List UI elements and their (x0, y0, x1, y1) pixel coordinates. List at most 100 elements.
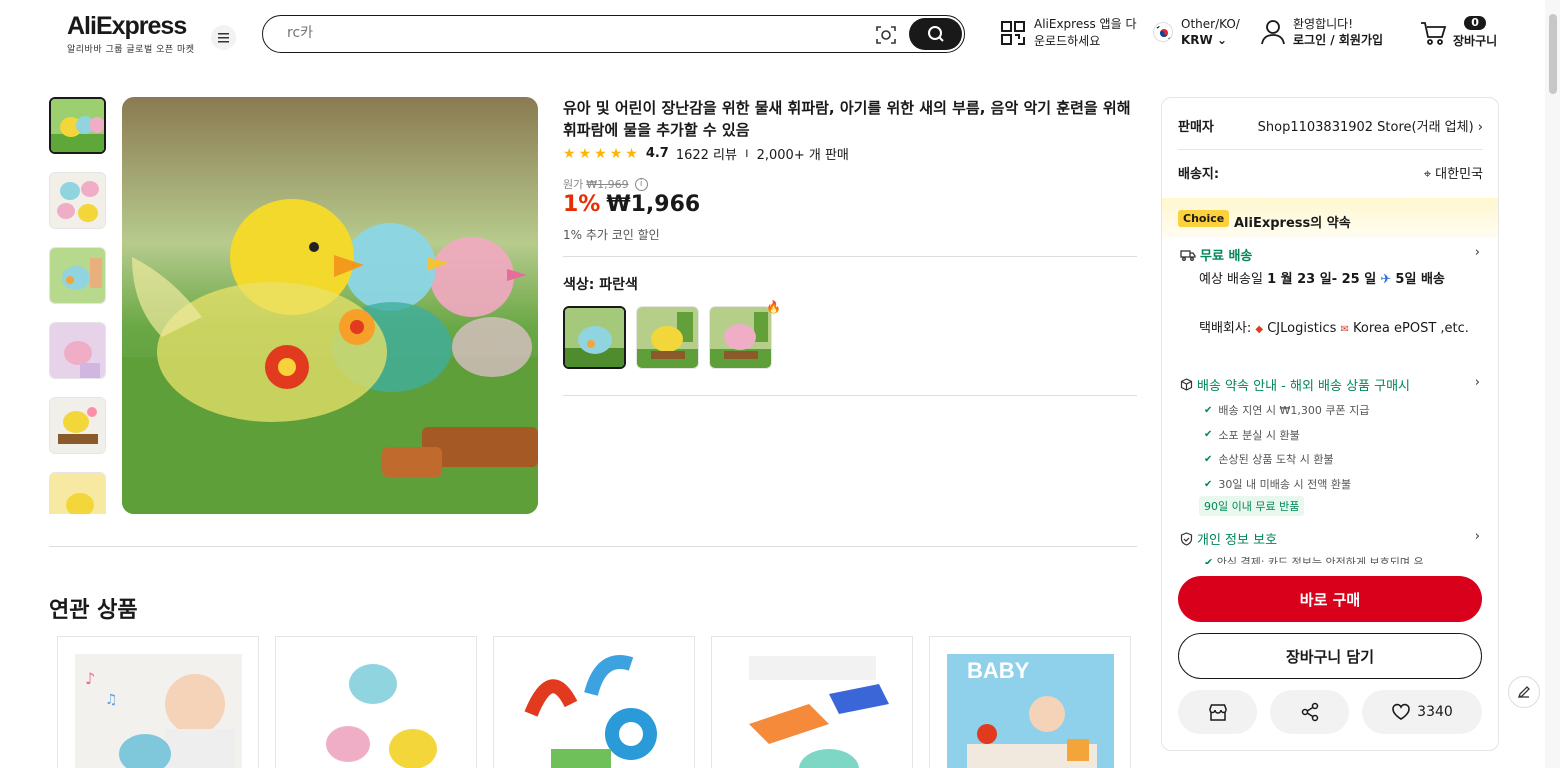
privacy-row[interactable]: 개인 정보 보호 (1180, 529, 1277, 548)
thumbnail-5[interactable] (49, 397, 106, 454)
qr-code-icon (1001, 21, 1025, 45)
add-to-cart-button[interactable]: 장바구니 담기 (1178, 633, 1482, 679)
product-page: AliExpress 알리바바 그룹 글로벌 오픈 마켓 AliExpress … (0, 0, 1560, 768)
original-price-row: 원가 ₩1,969 i (563, 176, 648, 192)
related-products-title: 연관 상품 (49, 598, 138, 623)
account-menu[interactable]: 환영합니다! 로그인 / 회원가입 (1261, 16, 1383, 48)
greeting-text: 환영합니다! (1293, 17, 1354, 31)
delivery-promise-row[interactable]: 배송 약속 안내 - 해외 배송 상품 구매시 (1180, 375, 1410, 394)
feedback-button[interactable] (1508, 676, 1540, 708)
divider (563, 256, 1137, 257)
color-swatch-pink[interactable] (709, 306, 772, 369)
checklist-item: ✔ 배송 지연 시 ₩1,300 쿠폰 지급 (1204, 404, 1370, 418)
choice-promise-title: AliExpress의 약속 (1234, 216, 1351, 231)
review-count-link[interactable]: 1622 리뷰 (676, 144, 737, 163)
action-buttons: 3340 (1178, 690, 1482, 734)
image-search-icon[interactable] (875, 24, 897, 46)
product-title: 유아 및 어린이 장난감을 위한 물새 휘파람, 아기를 위한 새의 부름, 음… (563, 99, 1131, 139)
star-icon: ★ (609, 145, 623, 162)
search-input[interactable] (287, 25, 847, 41)
svg-text:BABY: BABY (967, 658, 1030, 683)
color-swatch-blue[interactable] (563, 306, 626, 369)
thumbnail-3[interactable] (49, 247, 106, 304)
menu-button[interactable] (211, 25, 236, 50)
carrier-korea-post: Korea ePOST ,etc. (1353, 321, 1469, 336)
sold-count: 2,000+ 개 판매 (756, 148, 849, 163)
region-text: Other/KO/ (1181, 17, 1240, 31)
free-return-badge: 90일 이내 무료 반품 (1199, 496, 1305, 516)
ship-to-row[interactable]: 배송지: ⌖ 대한민국 (1178, 163, 1483, 182)
color-swatch-yellow[interactable] (636, 306, 699, 369)
hot-flame-icon: 🔥 (766, 300, 781, 314)
product-card[interactable] (275, 636, 477, 768)
cart-count-badge: 0 (1464, 16, 1486, 30)
original-price: ₩1,969 (586, 177, 629, 191)
divider (49, 546, 1137, 547)
product-card[interactable]: BABY (929, 636, 1131, 768)
seller-label: 판매자 (1178, 120, 1214, 135)
app-download-link[interactable]: AliExpress 앱을 다운로드하세요 (1000, 16, 1138, 50)
product-card[interactable] (493, 636, 695, 768)
search-button[interactable] (909, 18, 962, 50)
thumbnail-1[interactable] (49, 97, 106, 154)
cart-link[interactable]: 0 장바구니 (1420, 16, 1497, 49)
location-pin-icon: ⌖ (1423, 167, 1432, 182)
product-card[interactable] (711, 636, 913, 768)
free-shipping-row[interactable]: 무료 배송 (1180, 245, 1252, 264)
star-icon: ★ (578, 145, 592, 162)
product-card-image: BABY (947, 654, 1114, 768)
separator: ı (744, 146, 749, 161)
chevron-right-icon[interactable]: › (1475, 245, 1480, 260)
korea-flag-icon (1153, 22, 1173, 42)
ship-to-label: 배송지: (1178, 167, 1220, 182)
share-button[interactable] (1270, 690, 1349, 734)
scrollbar[interactable] (1545, 0, 1560, 768)
thumbnail-6[interactable] (49, 472, 106, 514)
check-icon: ✔ (1204, 429, 1213, 441)
purchase-panel: 판매자 Shop1103831902 Store(거래 업체) › 배송지: ⌖… (1161, 97, 1499, 751)
product-card[interactable]: ♪ ♫ (57, 636, 259, 768)
main-product-image[interactable] (122, 97, 538, 514)
login-signup-link[interactable]: 로그인 / 회원가입 (1293, 32, 1383, 48)
store-button[interactable] (1178, 690, 1257, 734)
search-icon (927, 26, 944, 42)
svg-text:♫: ♫ (105, 692, 118, 708)
info-icon[interactable]: i (634, 177, 648, 191)
chevron-right-icon: › (1477, 120, 1483, 135)
chevron-right-icon[interactable]: › (1475, 529, 1480, 544)
seller-row[interactable]: 판매자 Shop1103831902 Store(거래 업체) › (1178, 116, 1483, 135)
logo-text: AliExpress (67, 12, 187, 40)
buy-now-button[interactable]: 바로 구매 (1178, 576, 1482, 622)
store-icon (1208, 704, 1227, 721)
carrier-cj: CJLogistics (1267, 321, 1337, 336)
product-card-image (293, 654, 460, 768)
cart-label: 장바구니 (1453, 34, 1498, 48)
checklist-item: ✔ 손상된 상품 도착 시 환불 (1204, 453, 1334, 467)
chevron-right-icon[interactable]: › (1475, 375, 1480, 390)
search-bar (262, 15, 965, 53)
thumbnail-4[interactable] (49, 322, 106, 379)
star-icon: ★ (594, 145, 607, 162)
product-card-image: ♪ ♫ (75, 654, 242, 768)
wishlist-button[interactable]: 3340 (1362, 690, 1482, 734)
chevron-down-icon: ⌄ (1216, 33, 1228, 47)
checklist-item: ✔ 30일 내 미배송 시 전액 환불 (1204, 478, 1352, 492)
thumbnail-2[interactable] (49, 172, 106, 229)
checklist-item: ✔ 소포 분실 시 환불 (1204, 428, 1300, 442)
discount-percent: 1% (563, 192, 601, 217)
privacy-label: 개인 정보 보호 (1197, 533, 1278, 548)
language-currency-selector[interactable]: Other/KO/ KRW ⌄ (1153, 16, 1240, 48)
cj-logo-icon: ◆ (1255, 324, 1264, 335)
eta-days: 5일 배송 (1395, 272, 1445, 287)
promise-checklist: ✔ 배송 지연 시 ₩1,300 쿠폰 지급 ✔ 소포 분실 시 환불 ✔ 손상된 상… (1204, 398, 1369, 496)
free-shipping-label: 무료 배송 (1200, 249, 1253, 264)
aliexpress-logo[interactable]: AliExpress 알리바바 그룹 글로벌 오픈 마켓 (67, 12, 195, 55)
coin-discount-note: 1% 추가 코인 할인 (563, 228, 660, 242)
scrollbar-thumb[interactable] (1549, 14, 1557, 94)
product-card-image (729, 654, 896, 768)
box-icon (1180, 378, 1193, 391)
rating-stars: ★ ★ ★ ★ ★ (563, 146, 638, 162)
logo-tagline: 알리바바 그룹 글로벌 오픈 마켓 (67, 45, 195, 55)
original-price-label: 원가 (563, 178, 584, 191)
thumbnail-list (49, 97, 107, 514)
